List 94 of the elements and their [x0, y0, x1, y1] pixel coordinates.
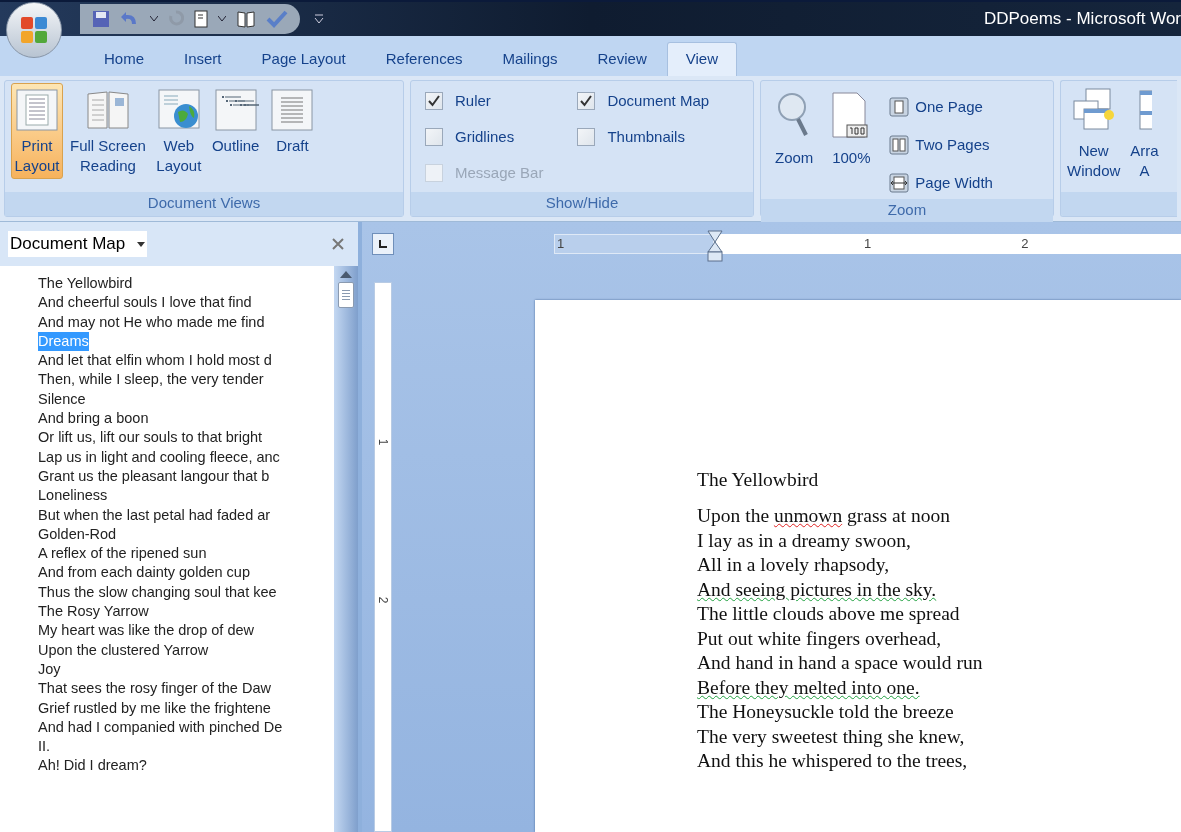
map-item[interactable]: And bring a boon — [38, 409, 149, 429]
zoom-button[interactable]: 100% — [825, 85, 878, 199]
zoom-button[interactable]: Zoom — [771, 85, 818, 199]
view-button[interactable]: Web Layout — [152, 83, 205, 179]
tab-selector[interactable] — [372, 233, 394, 255]
close-icon[interactable] — [332, 238, 344, 250]
dropdown-arrow-icon — [137, 241, 146, 247]
page-width-icon — [889, 173, 910, 193]
view-button[interactable]: Outline — [208, 83, 263, 159]
zoom-option[interactable]: Page Width — [889, 167, 993, 199]
page-number-icon[interactable] — [194, 10, 208, 28]
map-item[interactable]: Silence — [38, 389, 86, 410]
ribbon-tab[interactable]: Home — [84, 42, 164, 76]
ruler-margin: 1 — [554, 234, 714, 254]
vertical-ruler: 1 2 — [374, 282, 392, 832]
globe-page-icon — [155, 88, 202, 132]
window-button[interactable]: New Window — [1067, 87, 1121, 192]
view-button[interactable]: Draft — [266, 83, 319, 159]
view-button[interactable]: Full Screen Reading — [67, 83, 149, 179]
scrollbar[interactable] — [334, 266, 358, 832]
left-tab-icon — [378, 239, 388, 249]
map-item[interactable]: And from each dainty golden cup — [38, 563, 250, 583]
group-label: Show/Hide — [411, 192, 753, 216]
pane-title-dropdown[interactable]: Document Map — [8, 231, 148, 257]
checkbox-option[interactable]: Thumbnails — [577, 123, 710, 151]
map-item[interactable]: The Yellowbird — [38, 274, 133, 294]
draft-icon — [269, 88, 316, 132]
map-item[interactable]: II. — [38, 737, 51, 757]
map-item[interactable]: Ah! Did I dream? — [38, 756, 147, 776]
view-button[interactable]: Print Layout — [11, 83, 63, 179]
group-label: Document Views — [5, 192, 403, 216]
poem-line: All in a lovely rhapsody, — [697, 553, 891, 577]
document-heading: The Yellowbird — [697, 468, 820, 492]
map-item[interactable]: Golden-Rod — [38, 524, 117, 545]
zoom-option[interactable]: One Page — [889, 91, 993, 123]
map-item[interactable]: And may not He who made me find — [38, 312, 265, 332]
ribbon-tab[interactable]: References — [365, 42, 483, 76]
map-item[interactable]: Upon the clustered Yarrow — [38, 640, 209, 660]
zoom-option[interactable]: Two Pages — [889, 129, 993, 161]
outline-icon — [212, 88, 259, 132]
ribbon-tab[interactable]: View — [666, 42, 737, 76]
map-item[interactable]: And cheerful souls I love that find — [38, 293, 252, 313]
map-item[interactable]: Grief rustled by me like the frightene — [38, 698, 271, 718]
ribbon-tab[interactable]: Insert — [164, 42, 242, 76]
office-logo-icon — [19, 15, 49, 45]
single-page-icon — [889, 97, 910, 117]
poem-line: And seeing pictures in the sky. — [697, 577, 938, 602]
check-icon — [428, 95, 440, 107]
map-item[interactable]: Grant us the pleasant langour that b — [38, 466, 270, 487]
poem-line: Before they melted into one. — [697, 675, 921, 700]
poem-line: The little clouds above me spread — [697, 602, 961, 626]
poem-line: I lay as in a dreamy swoon, — [697, 528, 912, 553]
poem-line: Upon the unmown grass at noon — [697, 504, 951, 528]
horizontal-ruler: 1 2 — [714, 234, 1181, 254]
ribbon-tab[interactable]: Mailings — [482, 42, 578, 76]
check-mark-icon[interactable] — [266, 10, 288, 28]
arrange-icon — [1137, 87, 1152, 133]
customize-toolbar-icon[interactable] — [314, 13, 324, 25]
ribbon-tab[interactable]: Review — [577, 42, 667, 76]
checkbox-option[interactable]: Gridlines — [425, 123, 544, 151]
map-item[interactable]: Joy — [38, 659, 61, 680]
map-item[interactable]: That sees the rosy finger of the Daw — [38, 679, 271, 699]
map-item[interactable]: A reflex of the ripened sun — [38, 544, 207, 564]
ribbon-tab[interactable]: Page Layout — [241, 42, 366, 76]
map-item[interactable]: And had I companied with pinched De — [38, 717, 283, 738]
two-pages-icon — [889, 135, 910, 155]
indent-marker-icon[interactable] — [707, 230, 723, 262]
map-item[interactable]: But when the last petal had faded ar — [38, 505, 271, 525]
map-item[interactable]: Or lift us, lift our souls to that bright — [38, 428, 263, 448]
poem-line: And this he whispered to the trees, — [697, 749, 969, 773]
group-label: Zoom — [761, 199, 1053, 222]
poem-line: And hand in hand a space would run — [697, 651, 984, 675]
scroll-up-icon[interactable] — [340, 270, 352, 278]
scroll-thumb[interactable] — [338, 282, 354, 308]
save-icon[interactable] — [92, 10, 110, 28]
page-icon — [14, 88, 60, 132]
checkbox-option[interactable]: Document Map — [577, 87, 710, 115]
map-item[interactable]: The Rosy Yarrow — [38, 602, 149, 622]
poem-line: The Honeysuckle told the breeze — [697, 700, 955, 724]
map-item[interactable]: Thus the slow changing soul that kee — [38, 582, 277, 603]
map-item[interactable]: Lap us in light and cooling fleece, anc — [38, 447, 280, 467]
poem-line: The very sweetest thing she knew, — [697, 724, 966, 749]
new-window-icon — [1071, 87, 1116, 133]
checkbox-option[interactable]: Ruler — [425, 87, 544, 115]
map-item[interactable]: And let that elfin whom I hold most d — [38, 351, 272, 371]
map-item[interactable]: My heart was like the drop of dew — [38, 621, 254, 641]
window-button[interactable]: Arra A — [1130, 87, 1159, 192]
book-icon[interactable] — [236, 10, 256, 28]
map-item[interactable]: Then, while I sleep, the very tender — [38, 370, 264, 390]
poem-line: Put out white fingers overhead, — [697, 626, 943, 651]
map-item[interactable]: Loneliness — [38, 486, 108, 506]
check-icon — [580, 95, 593, 107]
window-title: DDPoems - Microsoft Wor — [983, 8, 1181, 31]
open-book-icon — [84, 88, 131, 132]
